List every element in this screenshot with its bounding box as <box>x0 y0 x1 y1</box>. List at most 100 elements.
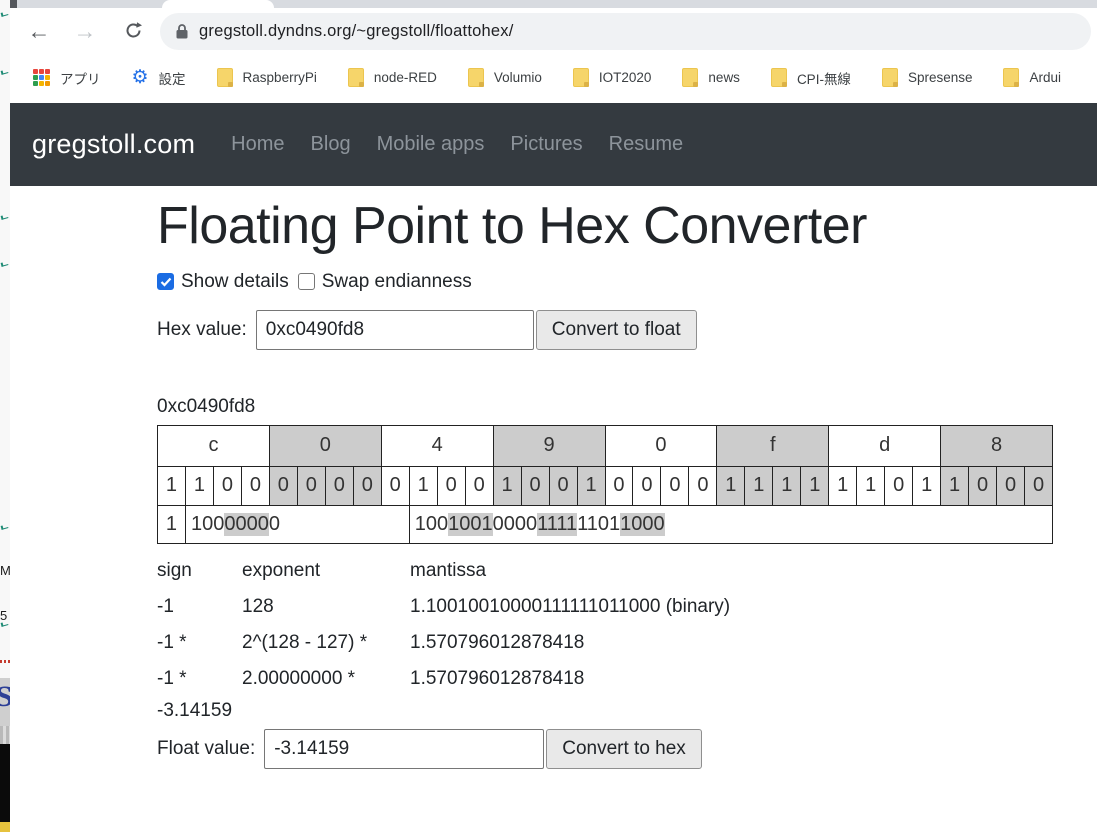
nav-link-blog[interactable]: Blog <box>311 133 351 156</box>
float-value-input[interactable] <box>264 729 544 769</box>
nav-link-pictures[interactable]: Pictures <box>510 133 582 156</box>
details-row: -1 *2^(128 - 127) *1.570796012878418 <box>157 625 1097 661</box>
bit-cell: 0 <box>521 466 549 505</box>
reload-button[interactable] <box>116 14 150 48</box>
bit-cell: 1 <box>717 466 745 505</box>
folder-icon <box>771 68 787 87</box>
bookmark-label: RaspberryPi <box>243 70 317 85</box>
reload-icon <box>124 21 143 40</box>
show-details-label[interactable]: Show details <box>181 271 289 293</box>
lock-icon <box>176 24 188 39</box>
bit-cell: 0 <box>605 466 633 505</box>
bookmark-item[interactable]: CPI-無線 <box>771 68 851 88</box>
details-cell: -1 * <box>157 668 242 690</box>
details-section: signexponentmantissa-11281.1001001000011… <box>157 553 1097 726</box>
tab-strip-notch <box>10 0 17 8</box>
details-cell: 2.00000000 * <box>242 668 410 690</box>
bit-cell: 1 <box>185 466 213 505</box>
sign-bits-cell: 1 <box>158 505 186 543</box>
bit-cell: 0 <box>465 466 493 505</box>
bit-table: c0490fd811000000010010010000111111011000… <box>157 425 1053 544</box>
folder-icon <box>573 68 589 87</box>
desktop-edge-black <box>0 744 10 822</box>
back-button[interactable]: ← <box>22 14 56 48</box>
bookmark-label: IOT2020 <box>599 70 652 85</box>
bookmark-item[interactable]: Volumio <box>468 68 542 87</box>
details-cell: 1.570796012878418 <box>410 632 1097 654</box>
address-bar[interactable]: gregstoll.dyndns.org/~gregstoll/floattoh… <box>160 13 1091 50</box>
float-form: Float value: Convert to hex <box>157 729 1097 769</box>
bit-cell: 1 <box>773 466 801 505</box>
bookmark-item[interactable]: news <box>682 68 740 87</box>
convert-to-float-button[interactable]: Convert to float <box>536 310 697 350</box>
bit-cell: 0 <box>549 466 577 505</box>
folder-icon <box>217 68 233 87</box>
site-brand[interactable]: gregstoll.com <box>32 129 195 160</box>
show-details-checkbox[interactable] <box>157 273 174 290</box>
swap-endianness-checkbox[interactable] <box>298 273 315 290</box>
bit-cell: 0 <box>969 466 997 505</box>
details-cell: 1.10010010000111111011000 (binary) <box>410 596 1097 618</box>
options-row: Show details Swap endianness <box>157 271 1097 293</box>
apps-grid-icon <box>33 69 50 86</box>
bit-cell: 0 <box>661 466 689 505</box>
forward-button[interactable]: → <box>68 14 102 48</box>
bookmark-label: アプリ <box>60 68 101 88</box>
nav-link-resume[interactable]: Resume <box>609 133 683 156</box>
bookmark-item[interactable]: ⚙ 設定 <box>132 68 186 88</box>
details-cell: 2^(128 - 127) * <box>242 632 410 654</box>
bit-cell: 1 <box>745 466 773 505</box>
bit-cell: 1 <box>913 466 941 505</box>
bookmark-item[interactable]: アプリ <box>33 68 101 88</box>
details-cell: -1 <box>157 596 242 618</box>
bit-table-body: c0490fd811000000010010010000111111011000… <box>158 425 1053 543</box>
folder-icon <box>1003 68 1019 87</box>
desktop-edge-mark <box>1 524 9 530</box>
details-header: mantissa <box>410 560 1097 582</box>
swap-endianness-label[interactable]: Swap endianness <box>322 271 472 293</box>
bit-cell: 0 <box>241 466 269 505</box>
bit-cell: 1 <box>158 466 186 505</box>
bit-cell: 0 <box>997 466 1025 505</box>
hex-digit-cell: 0 <box>605 425 717 466</box>
bookmark-item[interactable]: Spresense <box>882 68 973 87</box>
result-hex-text: 0xc0490fd8 <box>157 396 1097 418</box>
hex-digit-cell: 8 <box>941 425 1053 466</box>
bit-cell: 0 <box>437 466 465 505</box>
desktop-icon-fragment: M <box>0 563 11 578</box>
bookmark-label: CPI-無線 <box>797 68 851 88</box>
url-text: gregstoll.dyndns.org/~gregstoll/floattoh… <box>199 22 514 41</box>
hex-digit-cell: 4 <box>381 425 493 466</box>
bookmark-item[interactable]: Ardui <box>1003 68 1061 87</box>
details-row: -11281.10010010000111111011000 (binary) <box>157 589 1097 625</box>
bit-cell: 0 <box>381 466 409 505</box>
page-content: Floating Point to Hex Converter Show det… <box>10 186 1097 769</box>
bookmark-item[interactable]: node-RED <box>348 68 437 87</box>
bookmark-item[interactable]: IOT2020 <box>573 68 652 87</box>
site-nav: Home Blog Mobile apps Pictures Resume <box>231 133 683 156</box>
bookmark-item[interactable]: RaspberryPi <box>217 68 317 87</box>
details-header-row: signexponentmantissa <box>157 553 1097 589</box>
details-cell: -1 * <box>157 632 242 654</box>
site-header: gregstoll.com Home Blog Mobile apps Picture… <box>10 103 1097 186</box>
float-value-label: Float value: <box>157 738 255 760</box>
browser-toolbar: ← → gregstoll.dyndns.org/~gregstoll/floa… <box>10 8 1097 55</box>
nav-link-home[interactable]: Home <box>231 133 284 156</box>
hex-digit-cell: c <box>158 425 270 466</box>
desktop-icon-fragment: 5 <box>0 608 7 623</box>
hex-digit-row: c0490fd8 <box>158 425 1053 466</box>
page-title: Floating Point to Hex Converter <box>157 197 1097 257</box>
desktop-edge-mark <box>1 11 9 17</box>
tab-strip <box>10 0 1097 8</box>
hex-digit-cell: f <box>717 425 829 466</box>
details-header: sign <box>157 560 242 582</box>
details-final-value: -3.14159 <box>157 697 1097 726</box>
active-tab[interactable] <box>162 0 274 8</box>
convert-to-hex-button[interactable]: Convert to hex <box>546 729 702 769</box>
folder-icon <box>682 68 698 87</box>
bookmark-label: 設定 <box>159 68 186 88</box>
gear-icon: ⚙ <box>132 69 149 87</box>
bookmark-label: Ardui <box>1029 70 1061 85</box>
hex-value-input[interactable] <box>256 310 534 350</box>
nav-link-mobile-apps[interactable]: Mobile apps <box>377 133 485 156</box>
